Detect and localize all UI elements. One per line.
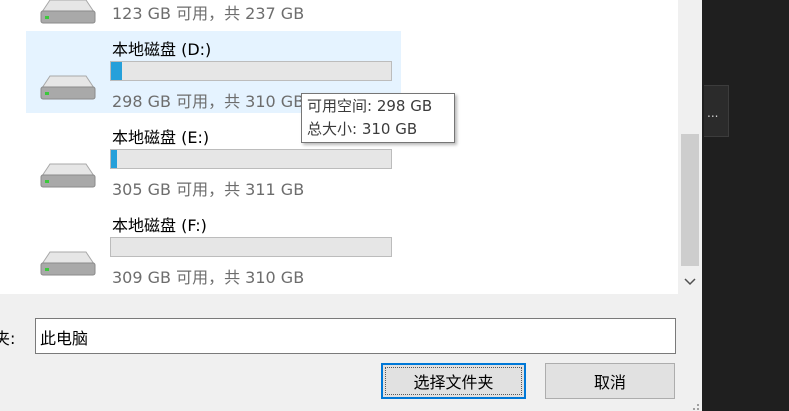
drive-usage-fill <box>111 62 123 80</box>
drive-usage-bar <box>110 237 392 257</box>
hard-drive-icon <box>40 251 96 276</box>
drive-usage-bar <box>110 61 392 81</box>
hard-drive-icon <box>40 0 96 24</box>
chevron-down-icon <box>684 278 696 286</box>
tooltip-total-size: 总大小: 310 GB <box>307 120 418 138</box>
folder-label: 夹: <box>0 329 16 348</box>
hard-drive-icon <box>40 163 96 188</box>
drive-usage-fill <box>111 150 117 168</box>
more-button[interactable]: ... <box>704 85 729 137</box>
background-window: ... <box>702 0 789 411</box>
drive-size-text: 123 GB 可用，共 237 GB <box>112 4 305 23</box>
select-folder-label: 选择文件夹 <box>413 373 494 392</box>
drive-name: 本地磁盘 (E:) <box>112 128 210 147</box>
cancel-label: 取消 <box>593 373 626 392</box>
resize-grip-icon[interactable] <box>688 399 700 411</box>
drive-name: 本地磁盘 (F:) <box>112 216 207 235</box>
drive-list: 123 GB 可用，共 237 GB 本地磁盘 (D:) 298 GB 可用，共… <box>0 0 678 294</box>
tooltip-free-space: 可用空间: 298 GB <box>307 97 433 115</box>
scroll-thumb[interactable] <box>681 134 699 266</box>
drive-name: 本地磁盘 (D:) <box>112 40 212 59</box>
more-button-label: ... <box>707 106 719 120</box>
folder-input-value: 此电脑 <box>40 329 89 348</box>
folder-input[interactable]: 此电脑 <box>35 318 676 354</box>
cancel-button[interactable]: 取消 <box>545 363 675 399</box>
drive-item-f[interactable]: 本地磁盘 (F:) 309 GB 可用，共 310 GB <box>26 207 401 289</box>
drive-tooltip: 可用空间: 298 GB 总大小: 310 GB <box>301 93 455 143</box>
scroll-down-button[interactable] <box>678 270 702 294</box>
select-folder-button[interactable]: 选择文件夹 <box>381 363 526 399</box>
drive-usage-bar <box>110 149 392 169</box>
drive-size-text: 305 GB 可用，共 311 GB <box>112 180 305 199</box>
drive-size-text: 298 GB 可用，共 310 GB <box>112 92 305 111</box>
hard-drive-icon <box>40 75 96 100</box>
vertical-scrollbar[interactable] <box>678 0 702 294</box>
drive-size-text: 309 GB 可用，共 310 GB <box>112 268 305 287</box>
